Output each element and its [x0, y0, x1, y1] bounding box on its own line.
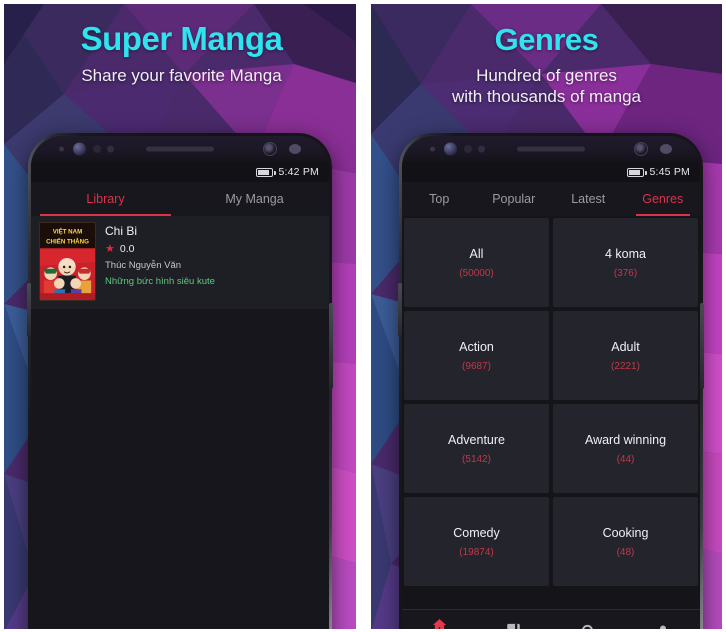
earpiece-speaker	[517, 146, 585, 152]
genre-count: (19874)	[459, 546, 494, 558]
genre-cell[interactable]: Action (9687)	[404, 311, 549, 400]
iris-scanner-icon	[634, 142, 648, 156]
sensor-icon	[430, 146, 435, 152]
genre-cell[interactable]: Adult (2221)	[553, 311, 698, 400]
tab-top-label: Top	[429, 192, 450, 206]
genre-name: Comedy	[453, 525, 500, 540]
manga-author: Thúc Nguyễn Văn	[105, 260, 182, 271]
person-icon	[655, 623, 671, 632]
tab-my-manga-label: My Manga	[225, 192, 284, 206]
nav-item-library[interactable]	[477, 623, 552, 632]
promo-panel-right: Genres Hundred of genres with thousands …	[363, 0, 726, 632]
tab-library-label: Library	[86, 192, 125, 206]
panel-divider	[356, 0, 370, 632]
genre-count: (5142)	[462, 453, 491, 465]
light-sensor-icon	[478, 145, 485, 153]
tab-popular-label: Popular	[492, 192, 536, 206]
genre-cell[interactable]: Award winning (44)	[553, 404, 698, 493]
phone-volume-button[interactable]	[398, 283, 402, 337]
led-indicator-icon	[660, 144, 672, 154]
sensor-icon	[59, 146, 64, 152]
genre-name: Adult	[611, 339, 640, 354]
light-sensor-icon	[107, 145, 114, 153]
genre-cell[interactable]: Adventure (5142)	[404, 404, 549, 493]
proximity-sensor-icon	[464, 145, 472, 153]
phone-top-bezel	[31, 136, 329, 162]
tab-latest-label: Latest	[571, 192, 606, 206]
earpiece-speaker	[146, 146, 214, 152]
headline-title: Genres	[494, 22, 599, 57]
genre-count: (2221)	[611, 360, 640, 372]
nav-item-profile[interactable]	[626, 623, 701, 632]
manga-title: Chi Bi	[105, 224, 138, 238]
phone-volume-button[interactable]	[27, 283, 31, 337]
promo-screenshot: Super Manga Share your favorite Manga 5:…	[0, 0, 726, 632]
nav-item-search[interactable]	[551, 623, 626, 632]
genre-name: 4 koma	[605, 246, 646, 261]
battery-icon	[627, 167, 647, 177]
phone-power-button[interactable]	[329, 303, 333, 389]
led-indicator-icon	[289, 144, 301, 154]
tab-genres-label: Genres	[642, 192, 684, 206]
genre-count: (9687)	[462, 360, 491, 372]
genre-count: (376)	[613, 267, 638, 279]
home-icon	[431, 617, 448, 632]
library-list: VIỆT NAM CHIẾN THẮNG Chi Bi ★ 0.0 Thúc N…	[31, 216, 329, 632]
headline-block-right: Genres Hundred of genres with thousands …	[371, 22, 722, 108]
genre-name: Award winning	[584, 432, 667, 447]
tab-library[interactable]: Library	[31, 182, 180, 216]
genre-name: Adventure	[448, 432, 505, 447]
phone-mockup-right: 5:45 PM Top Popular Latest Genres All (5…	[398, 133, 704, 632]
phone-mockup-left: 5:42 PM Library My Manga VIỆT NAM CHIẾN …	[27, 133, 333, 632]
tab-popular[interactable]: Popular	[477, 182, 552, 216]
manga-description: Những bức hình siêu kute	[105, 276, 215, 287]
phone-power-button[interactable]	[700, 303, 704, 389]
genre-count: (44)	[616, 453, 635, 465]
book-icon	[506, 623, 521, 632]
headline-block-left: Super Manga Share your favorite Manga	[4, 20, 359, 86]
battery-icon	[256, 167, 276, 177]
genre-grid: All (50000) 4 koma (376) Action (9687) A…	[404, 218, 698, 586]
status-bar-left: 5:42 PM	[31, 162, 329, 182]
front-camera-icon	[73, 142, 86, 156]
manga-cover-image: VIỆT NAM CHIẾN THẮNG	[39, 222, 96, 301]
status-clock: 5:45 PM	[649, 166, 690, 178]
tab-genres[interactable]: Genres	[626, 182, 701, 216]
genre-count: (48)	[616, 546, 635, 558]
headline-subtitle: Share your favorite Manga	[81, 66, 282, 85]
iris-scanner-icon	[263, 142, 277, 156]
tab-latest[interactable]: Latest	[551, 182, 626, 216]
tab-bar-left: Library My Manga	[31, 182, 329, 216]
genre-name: Cooking	[602, 525, 649, 540]
genre-count: (50000)	[459, 267, 494, 279]
svg-text:CHIẾN THẮNG: CHIẾN THẮNG	[46, 237, 89, 245]
genre-grid-container: All (50000) 4 koma (376) Action (9687) A…	[402, 216, 700, 609]
svg-text:VIỆT NAM: VIỆT NAM	[53, 228, 82, 236]
promo-panel-left: Super Manga Share your favorite Manga 5:…	[0, 0, 363, 632]
tab-my-manga[interactable]: My Manga	[180, 182, 329, 216]
tab-bar-right: Top Popular Latest Genres	[402, 182, 700, 216]
search-icon	[580, 623, 597, 632]
list-item[interactable]: VIỆT NAM CHIẾN THẮNG Chi Bi ★ 0.0 Thúc N…	[31, 216, 329, 309]
phone-top-bezel	[402, 136, 700, 162]
star-icon: ★	[105, 242, 115, 255]
status-bar-right: 5:45 PM	[402, 162, 700, 182]
genre-cell[interactable]: Cooking (48)	[553, 497, 698, 586]
manga-rating: ★ 0.0	[105, 243, 321, 255]
headline-subtitle: Hundred of genres with thousands of mang…	[451, 66, 641, 107]
status-clock: 5:42 PM	[278, 166, 319, 178]
proximity-sensor-icon	[93, 145, 101, 153]
genre-cell[interactable]: All (50000)	[404, 218, 549, 307]
headline-title: Super Manga	[80, 20, 283, 57]
genre-name: All	[469, 246, 484, 261]
nav-item-home[interactable]: Home	[402, 617, 477, 632]
tab-top[interactable]: Top	[402, 182, 477, 216]
genre-cell[interactable]: 4 koma (376)	[553, 218, 698, 307]
front-camera-icon	[444, 142, 457, 156]
manga-rating-value: 0.0	[119, 243, 135, 255]
genre-name: Action	[459, 339, 494, 354]
bottom-navigation: Home	[402, 609, 700, 632]
genre-cell[interactable]: Comedy (19874)	[404, 497, 549, 586]
